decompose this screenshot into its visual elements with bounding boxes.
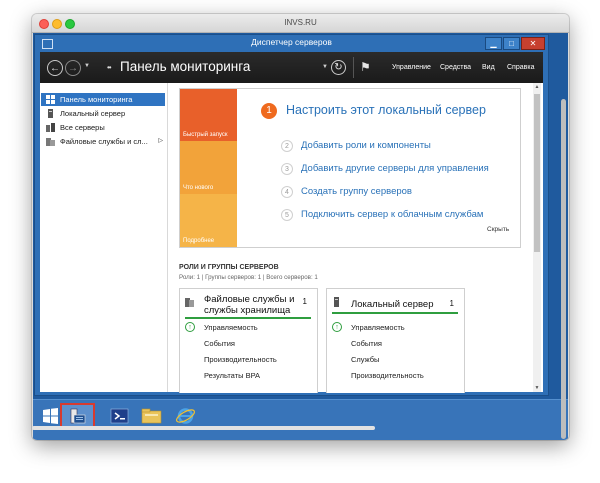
- sidebar-item-label: Файловые службы и сл...: [60, 137, 148, 146]
- status-bar: [185, 317, 311, 319]
- add-servers-link[interactable]: Добавить другие серверы для управления: [301, 163, 489, 174]
- tile-label: Что нового: [183, 185, 214, 191]
- card-row-performance[interactable]: Производительность: [351, 371, 424, 380]
- header-bar: ← → ▼ •• Панель мониторинга ▼ ↻ ⚑ Управл…: [40, 52, 543, 83]
- windows-taskbar: [33, 399, 568, 440]
- step-number: 3: [281, 163, 293, 175]
- roles-summary: Роли: 1 | Группы серверов: 1 | Всего сер…: [179, 274, 318, 281]
- hide-link[interactable]: Скрыть: [487, 226, 509, 233]
- vertical-scrollbar-thumb[interactable]: [561, 99, 566, 439]
- all-servers-icon: [46, 123, 55, 132]
- quick-start-panel: Быстрый запуск Что нового Подробнее 1 На…: [179, 88, 521, 248]
- card-row-performance[interactable]: Производительность: [204, 355, 277, 364]
- card-count: 1: [302, 297, 307, 306]
- step-number-badge: 1: [261, 103, 277, 119]
- card-row-manageability[interactable]: Управляемость: [204, 323, 258, 332]
- server-manager-icon[interactable]: [64, 404, 91, 428]
- role-card-local-server[interactable]: Локальный сервер 1 ↑ Управляемость Событ…: [326, 288, 465, 393]
- scroll-down-icon[interactable]: ▼: [533, 385, 541, 391]
- card-row-manageability[interactable]: Управляемость: [351, 323, 405, 332]
- tile-label: Подробнее: [183, 238, 215, 244]
- tile-quick-start[interactable]: Быстрый запуск: [180, 89, 237, 141]
- maximize-button[interactable]: □: [503, 37, 520, 50]
- step-number: 5: [281, 209, 293, 221]
- minimize-button[interactable]: ▁: [485, 37, 502, 50]
- scrollbar-thumb[interactable]: [534, 94, 540, 252]
- back-arrow-icon[interactable]: ←: [47, 60, 63, 76]
- menu-help[interactable]: Справка: [507, 64, 534, 71]
- status-bar: [332, 312, 458, 314]
- card-row-events[interactable]: События: [204, 339, 235, 348]
- powershell-icon[interactable]: [106, 404, 133, 428]
- add-roles-link[interactable]: Добавить роли и компоненты: [301, 140, 431, 151]
- sidebar-item-file-services[interactable]: Файловые службы и сл... ▷: [41, 135, 165, 148]
- refresh-icon[interactable]: ↻: [331, 60, 346, 75]
- file-services-icon: [46, 138, 55, 146]
- expand-arrow-icon[interactable]: ▷: [158, 135, 163, 148]
- sidebar-item-dashboard[interactable]: Панель мониторинга: [41, 93, 165, 106]
- notifications-flag-icon[interactable]: ⚑: [360, 60, 371, 74]
- header-divider: [353, 57, 354, 78]
- sidebar-item-all-servers[interactable]: Все серверы: [41, 121, 165, 134]
- horizontal-scrollbar[interactable]: [32, 426, 375, 430]
- menu-manage[interactable]: Управление: [392, 64, 431, 71]
- file-services-icon: [185, 298, 194, 307]
- tile-learn-more[interactable]: Подробнее: [180, 194, 237, 247]
- status-ok-icon: ↑: [185, 322, 195, 332]
- role-card-file-services[interactable]: Файловые службы и службы хранилища 1 ↑ У…: [179, 288, 318, 393]
- file-explorer-icon[interactable]: [138, 404, 165, 428]
- server-manager-title: Диспетчер серверов: [251, 37, 332, 47]
- roles-heading: РОЛИ И ГРУППЫ СЕРВЕРОВ: [179, 264, 279, 271]
- scroll-up-icon[interactable]: ▲: [533, 84, 541, 90]
- configure-local-server-link[interactable]: Настроить этот локальный сервер: [286, 103, 486, 117]
- card-title: Локальный сервер: [351, 299, 434, 310]
- close-button[interactable]: ✕: [521, 37, 545, 50]
- sidebar-item-label: Панель мониторинга: [60, 95, 133, 104]
- internet-explorer-icon[interactable]: [172, 404, 199, 428]
- history-dropdown-icon[interactable]: ▼: [84, 63, 90, 69]
- sidebar-item-label: Все серверы: [60, 123, 105, 132]
- card-row-events[interactable]: События: [351, 339, 382, 348]
- card-row-bpa-results[interactable]: Результаты BPA: [204, 371, 260, 380]
- sidebar-item-local-server[interactable]: Локальный сервер: [41, 107, 165, 120]
- card-count: 1: [449, 299, 454, 308]
- page-title: Панель мониторинга: [120, 59, 251, 74]
- breadcrumb-separator: ••: [107, 63, 112, 72]
- mac-titlebar: INVS.RU: [32, 14, 569, 33]
- local-server-icon: [48, 109, 53, 118]
- dashboard-main: Быстрый запуск Что нового Подробнее 1 На…: [168, 83, 543, 393]
- content-area: Панель мониторинга Локальный сервер Все …: [40, 83, 543, 393]
- content-scrollbar[interactable]: ▲ ▼: [533, 83, 541, 392]
- sidebar: Панель мониторинга Локальный сервер Все …: [40, 83, 168, 392]
- tile-whats-new[interactable]: Что нового: [180, 141, 237, 194]
- header-dropdown-icon[interactable]: ▼: [322, 64, 328, 70]
- menu-view[interactable]: Вид: [482, 64, 495, 71]
- vertical-scrollbar[interactable]: [561, 39, 567, 439]
- mac-window: INVS.RU Диспетчер серверов ▁ □ ✕ ← → ▼ •• …: [32, 14, 569, 440]
- menu-tools[interactable]: Средства: [440, 64, 471, 71]
- mac-window-title: INVS.RU: [284, 18, 317, 27]
- sidebar-item-label: Локальный сервер: [60, 109, 126, 118]
- dashboard-icon: [46, 95, 55, 104]
- window-controls: ▁ □ ✕: [484, 37, 545, 50]
- create-server-group-link[interactable]: Создать группу серверов: [301, 186, 412, 197]
- tile-label: Быстрый запуск: [183, 132, 228, 138]
- card-title: Файловые службы и службы хранилища: [204, 294, 295, 316]
- windows-desktop: Диспетчер серверов ▁ □ ✕ ← → ▼ •• Панель м…: [33, 33, 568, 440]
- card-row-services[interactable]: Службы: [351, 355, 379, 364]
- status-ok-icon: ↑: [332, 322, 342, 332]
- server-manager-window: Диспетчер серверов ▁ □ ✕ ← → ▼ •• Панель м…: [34, 34, 549, 396]
- step-number: 4: [281, 186, 293, 198]
- local-server-icon: [334, 297, 339, 307]
- step-number: 2: [281, 140, 293, 152]
- forward-arrow-icon[interactable]: →: [65, 60, 81, 76]
- connect-cloud-link[interactable]: Подключить сервер к облачным службам: [301, 209, 483, 220]
